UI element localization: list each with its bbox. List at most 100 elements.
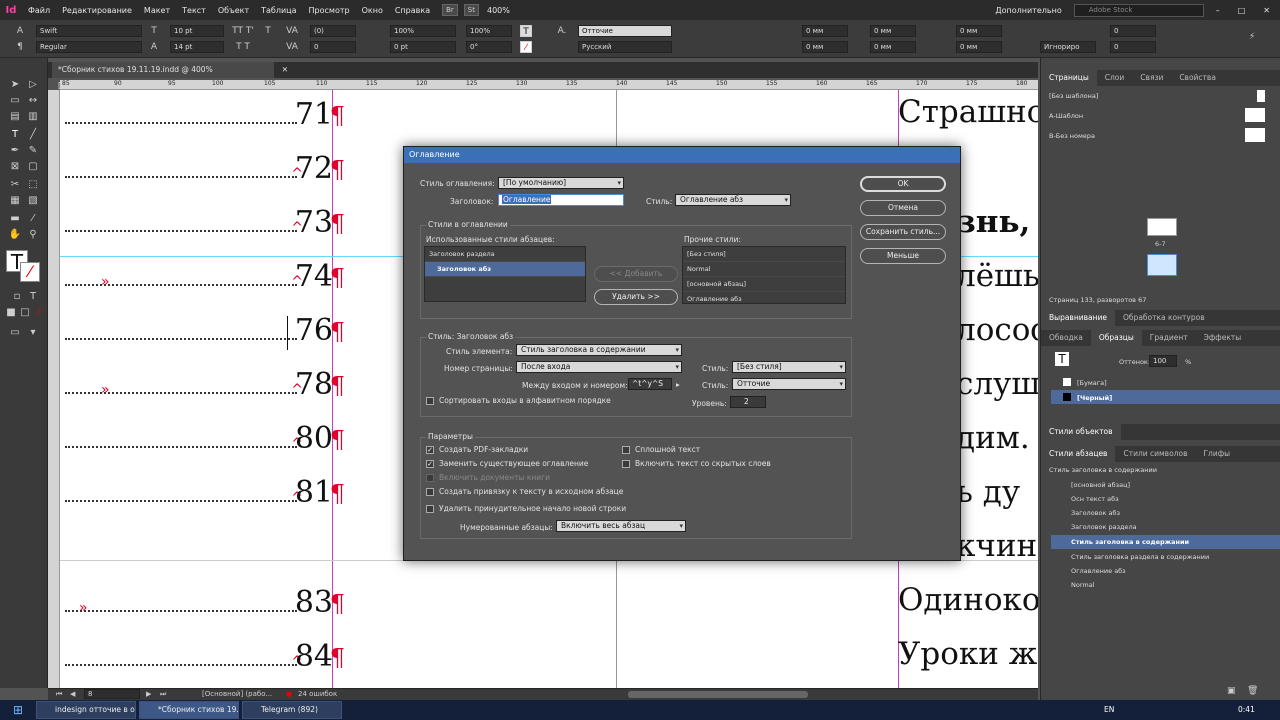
heading-style-select[interactable]: Оглавление абз ▾ [675,194,791,206]
content-placer-icon[interactable]: ▥ [26,110,40,124]
master-item[interactable]: В-Без номера [1049,132,1095,140]
fill-text-icon[interactable]: T [520,25,532,37]
level-stepper[interactable]: 2 [730,396,766,408]
taskbar-telegram[interactable]: Telegram (892) [242,701,342,719]
font-size-field[interactable]: 10 pt [170,25,224,37]
paragraph-style-item[interactable]: Осн текст абз [1071,492,1280,506]
page-number-field[interactable]: 8 [84,689,140,699]
direct-selection-tool-icon[interactable]: ▷ [26,78,40,92]
toc-style-select[interactable]: [По умолчанию] ▾ [498,177,624,189]
entry-style-select[interactable]: Стиль заголовка в содержании ▾ [516,344,682,356]
tab-pages[interactable]: Страницы [1041,70,1097,86]
heading-input[interactable]: Оглавление [498,194,624,206]
save-style-button[interactable]: Сохранить стиль... [860,224,946,240]
tab-stroke[interactable]: Обводка [1041,330,1091,346]
used-styles-list[interactable]: Заголовок раздела Заголовок абз [424,246,586,302]
other-style-item[interactable]: Оглавление абз [683,292,845,303]
free-transform-tool-icon[interactable]: ⬚ [26,178,40,192]
document-tab[interactable]: *Сборник стихов 19.11.19.indd @ 400% [Пр… [52,62,288,90]
eyedropper-tool-icon[interactable]: ⁄ [26,212,40,226]
last-line-indent-field[interactable]: 0 мм [870,41,916,53]
character-style-field[interactable]: Отточие [578,25,672,37]
paragraph-style-item[interactable]: Заголовок раздела [1071,520,1280,534]
fill-text-swatch-icon[interactable]: T [1055,352,1069,366]
prev-page-icon[interactable]: ◀ [70,690,75,698]
default-colors-icon[interactable]: ■ [4,306,18,320]
numbered-paragraphs-select[interactable]: Включить весь абзац ▾ [556,520,686,532]
lightning-icon[interactable]: ⚡ [1246,31,1258,43]
selection-tool-icon[interactable]: ➤ [8,78,22,92]
hidden-layers-checkbox[interactable] [622,460,630,468]
paragraph-style-item[interactable]: Оглавление абз [1071,564,1280,578]
last-page-icon[interactable]: ⏭ [160,690,166,699]
ignore-grid-field[interactable]: Игнориро [1040,41,1096,53]
remove-breaks-checkbox[interactable] [426,505,434,513]
toc-entry[interactable]: ^ 72 ¶ [65,151,345,186]
close-tab-icon[interactable]: ✕ [282,62,288,78]
other-style-item[interactable]: [основной абзац] [683,277,845,292]
scissors-tool-icon[interactable]: ✂ [8,178,22,192]
leading-field[interactable]: 14 pt [170,41,224,53]
rectangle-frame-tool-icon[interactable]: ⊠ [8,160,22,174]
create-anchor-checkbox[interactable] [426,488,434,496]
horizontal-scrollbar[interactable] [628,691,808,698]
paragraph-style-item[interactable]: Стиль заголовка раздела в содержании [1071,550,1280,564]
swatch-paper[interactable]: [Бумага] [1077,379,1107,387]
paragraph-style-item[interactable]: Заголовок абз [1071,506,1280,520]
other-style-item[interactable]: Normal [683,262,845,277]
rectangle-tool-icon[interactable]: ▢ [26,160,40,174]
tab-character-styles[interactable]: Стили символов [1115,446,1195,462]
menu-table[interactable]: Таблица [255,6,302,15]
character-mode-icon[interactable]: A [14,25,26,37]
tab-glyphs[interactable]: Глифы [1195,446,1238,462]
tab-gradient[interactable]: Градиент [1142,330,1196,346]
baseline-shift-field[interactable]: 0 pt [390,41,456,53]
stock-search-input[interactable]: Adobe Stock [1073,3,1204,17]
preflight-errors[interactable]: 24 ошибок [298,690,337,698]
space-before-field[interactable]: 0 мм [956,25,1002,37]
between-input[interactable]: ^t^y^S [628,378,672,390]
zoom-level[interactable]: 400% [487,6,510,15]
toc-entry[interactable]: » ^ 74 ¶ [65,259,345,294]
fewer-options-button[interactable]: Меньше [860,248,946,264]
taskbar-chrome[interactable]: indesign отточие в о... [36,701,136,719]
zoom-tool-icon[interactable]: ⚲ [26,228,40,242]
toc-entry[interactable]: » 83 ¶ [65,585,345,620]
between-style-select[interactable]: Отточие ▾ [732,378,846,390]
view-mode-icon[interactable]: ▭ [8,326,22,340]
minimize-icon[interactable]: – [1210,6,1226,15]
menu-layout[interactable]: Макет [138,6,176,15]
hand-tool-icon[interactable]: ✋ [8,228,22,242]
language-indicator[interactable]: EN [1104,705,1114,714]
used-style-item[interactable]: Заголовок раздела [425,247,585,262]
apply-none-icon[interactable]: ⁄ [32,306,46,320]
menu-edit[interactable]: Редактирование [56,6,138,15]
page-number-style-select[interactable]: [Без стиля] ▾ [732,361,846,373]
tab-swatches[interactable]: Образцы [1090,330,1142,346]
maximize-icon[interactable]: □ [1232,6,1252,15]
skew-field[interactable]: 0° [466,41,512,53]
formatting-text-icon[interactable]: T [26,290,40,304]
gradient-feather-icon[interactable]: ▧ [26,194,40,208]
swap-colors-icon[interactable]: □ [18,306,32,320]
formatting-container-icon[interactable]: ▫ [10,290,24,304]
spread-thumb[interactable] [1147,218,1177,236]
pdf-bookmarks-checkbox[interactable]: ✓ [426,446,434,454]
tab-align[interactable]: Выравнивание [1041,310,1116,326]
type-icon[interactable]: T [262,25,274,37]
horizontal-scale-field[interactable]: 100% [466,25,512,37]
other-style-item[interactable]: [Без стиля] [683,247,845,262]
tab-links[interactable]: Связи [1132,70,1171,86]
toc-entry[interactable]: ^ 81 ¶ [65,475,345,510]
note-tool-icon[interactable]: ▬ [8,212,22,226]
toc-entry[interactable]: ^ 84 ¶ [65,639,345,674]
tint-field[interactable]: 100 [1149,355,1177,367]
new-style-icon[interactable]: ▣ [1227,686,1236,696]
trash-icon[interactable]: 🗑 [1247,686,1258,696]
spread-thumb-selected[interactable] [1147,254,1177,276]
tab-pathfinder[interactable]: Обработка контуров [1115,310,1213,326]
line-tool-icon[interactable]: ╱ [26,128,40,142]
page-tool-icon[interactable]: ▭ [8,94,22,108]
stock-button[interactable]: St [463,4,479,16]
tracking-field[interactable]: 0 [310,41,356,53]
